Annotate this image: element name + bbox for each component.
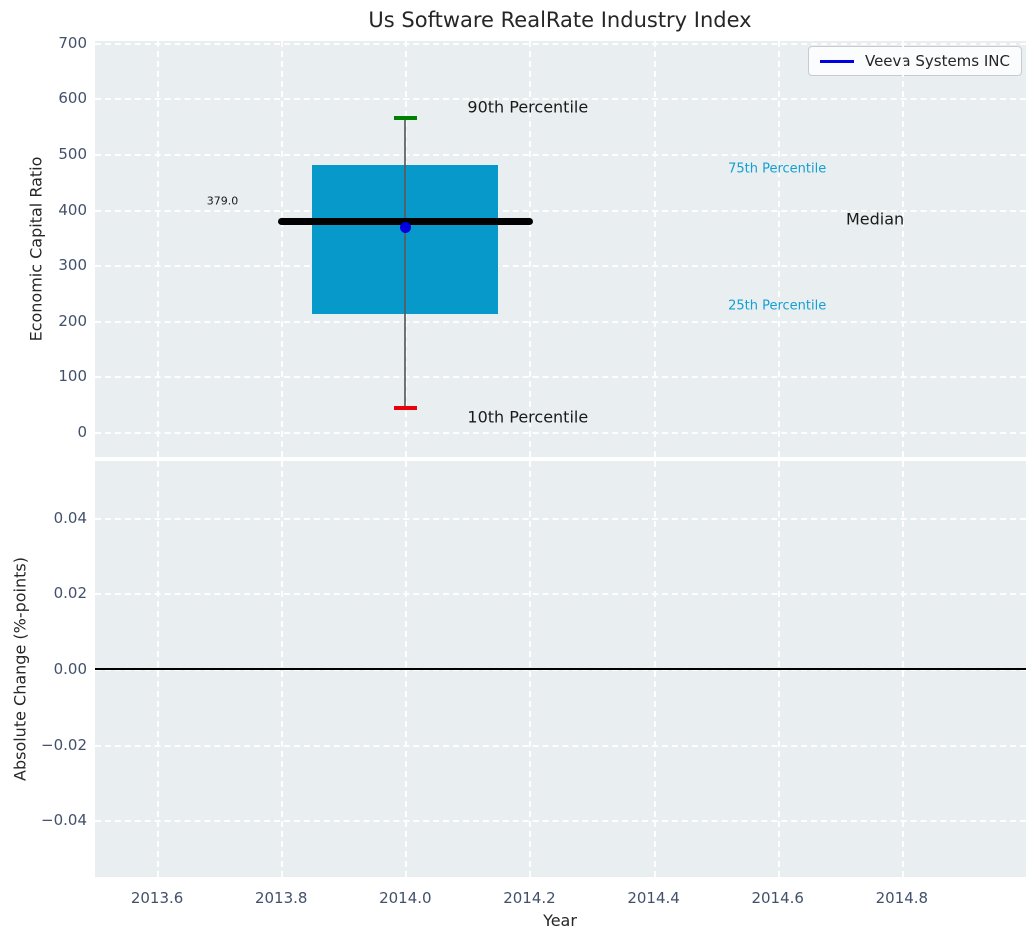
x-axis-label: Year [543,911,577,930]
y-tick-label: 400 [58,200,87,219]
y-tick-label: −0.04 [41,811,87,830]
gridline-horizontal [95,265,1026,268]
y-tick-label: −0.02 [41,735,87,754]
figure: Us Software RealRate Industry Index Econ… [0,0,1034,942]
gridline-horizontal [95,593,1026,596]
x-tick-label: 2014.2 [503,889,556,907]
x-tick-label: 2014.0 [379,889,432,907]
annotation-75th-percentile: 75th Percentile [728,161,827,177]
gridline-horizontal [95,820,1026,823]
legend-line-swatch [819,59,854,63]
y-tick-label: 0.04 [53,508,87,527]
y-tick-label: 100 [58,367,87,386]
bottom-plot-area [95,461,1026,877]
x-tick-label: 2014.8 [875,889,929,907]
gridline-horizontal [95,376,1026,379]
y-tick-label: 200 [58,311,87,330]
cap-90th-percentile [394,115,417,120]
annotation-10th-percentile: 10th Percentile [467,407,589,427]
gridline-horizontal [95,42,1026,45]
annotation-379-0: 379.0 [206,194,239,208]
legend: Veeva Systems INC [807,46,1022,76]
chart-title: Us Software RealRate Industry Index [368,8,752,32]
y-tick-label: 700 [58,33,87,52]
zero-line [95,668,1026,670]
gridline-horizontal [95,153,1026,156]
cap-10th-percentile [394,405,417,410]
y-tick-label: 600 [58,89,87,108]
legend-label: Veeva Systems INC [864,52,1010,70]
company-marker [399,221,411,233]
gridline-vertical [901,41,904,457]
gridline-horizontal [95,320,1026,323]
gridline-vertical [653,41,656,457]
top-plot-area: Veeva Systems INC 90th Percentile 10th Pe… [95,41,1026,457]
whisker-line [404,117,407,408]
gridline-vertical [157,41,160,457]
x-tick-label: 2014.4 [627,889,680,907]
x-tick-label: 2013.8 [254,889,308,907]
annotation-90th-percentile: 90th Percentile [467,97,589,117]
gridline-vertical [281,41,284,457]
y-tick-label: 0.00 [53,660,87,678]
y-tick-label: 300 [58,256,87,275]
annotation-25th-percentile: 25th Percentile [728,298,827,314]
y-tick-label: 0 [77,422,87,441]
gridline-horizontal [95,517,1026,520]
annotation-median: Median [846,209,905,229]
x-tick-label: 2013.6 [130,889,184,907]
gridline-horizontal [95,744,1026,747]
y-tick-label: 500 [58,144,87,163]
x-tick-label: 2014.6 [751,889,804,907]
gridline-horizontal [95,431,1026,434]
y-tick-label: 0.02 [53,584,87,603]
gridline-vertical [777,41,780,457]
